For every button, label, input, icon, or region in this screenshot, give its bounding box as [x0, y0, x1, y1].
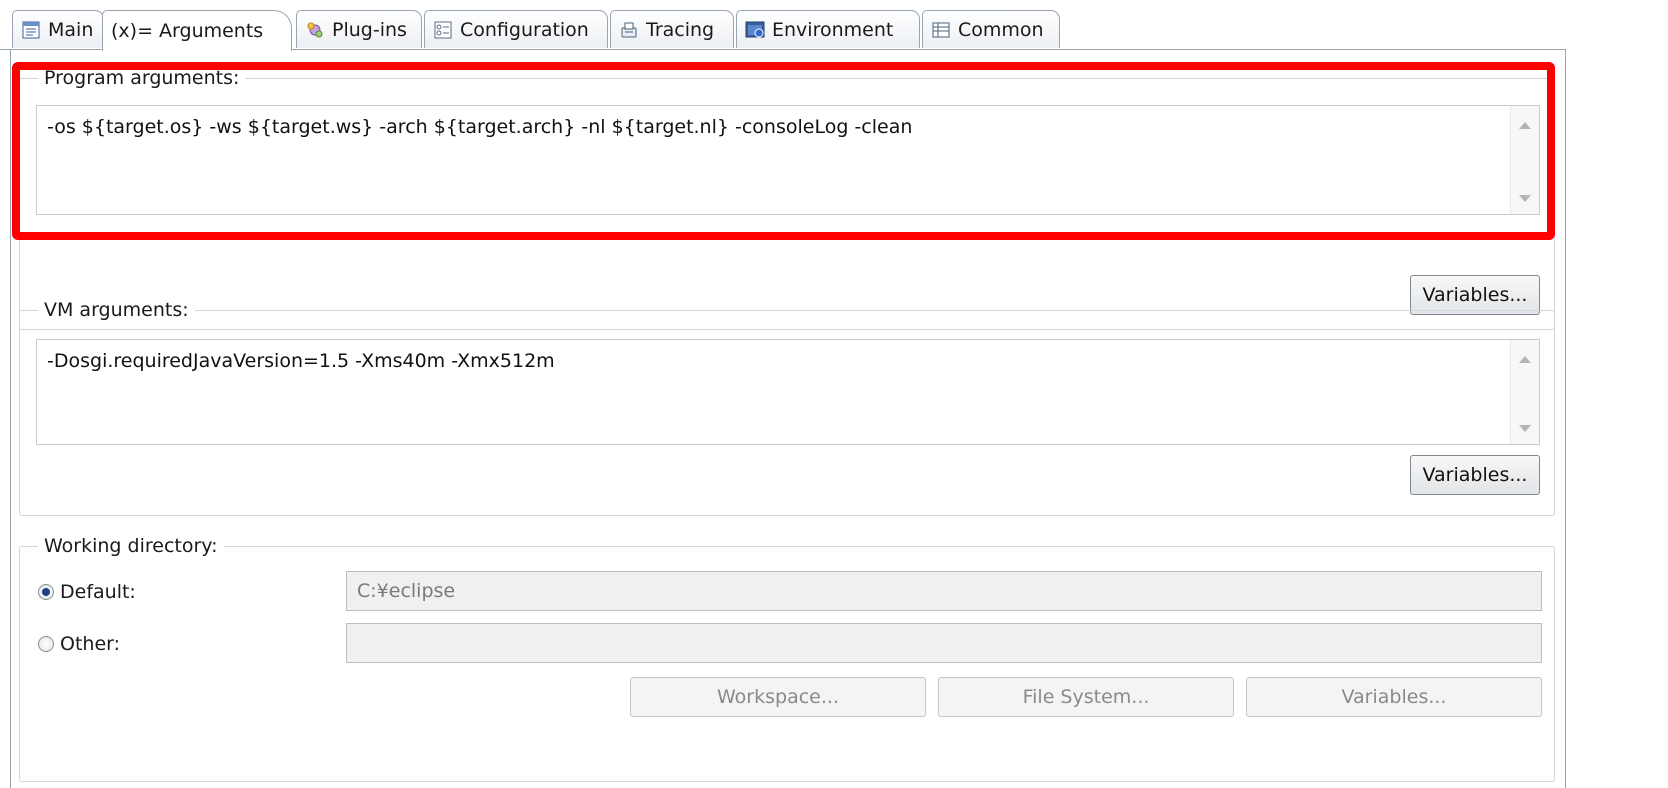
other-radio-option[interactable]: Other: — [38, 633, 120, 655]
tracing-icon — [619, 20, 639, 40]
file-system-button[interactable]: File System... — [938, 677, 1234, 717]
default-label: Default: — [60, 581, 136, 603]
default-directory-field: C:¥eclipse — [346, 571, 1542, 611]
tab-plugins[interactable]: Plug-ins — [296, 10, 422, 48]
vm-arguments-input[interactable]: -Dosgi.requiredJavaVersion=1.5 -Xms40m -… — [36, 339, 1540, 445]
tab-environment[interactable]: Environment — [736, 10, 920, 48]
vm-arguments-text: -Dosgi.requiredJavaVersion=1.5 -Xms40m -… — [47, 350, 555, 372]
scroll-down-icon[interactable] — [1519, 425, 1531, 432]
vm-arguments-group: VM arguments: -Dosgi.requiredJavaVersion… — [19, 297, 1555, 516]
tab-label: Configuration — [460, 18, 589, 41]
tab-label: Tracing — [646, 18, 715, 41]
working-directory-label: Working directory: — [38, 533, 224, 559]
default-directory-value: C:¥eclipse — [357, 580, 456, 602]
program-arguments-text: -os ${target.os} -ws ${target.ws} -arch … — [47, 116, 913, 138]
tab-arguments[interactable]: (x)= Arguments — [102, 10, 292, 51]
working-directory-group: Working directory: Default: C:¥eclipse O… — [19, 533, 1555, 782]
tab-main[interactable]: Main — [12, 10, 104, 48]
tab-configuration[interactable]: Configuration — [424, 10, 608, 48]
other-label: Other: — [60, 633, 121, 655]
tab-label: (x)= Arguments — [111, 20, 264, 42]
default-radio[interactable] — [38, 584, 54, 600]
tab-label: Common — [958, 18, 1044, 41]
program-arguments-label: Program arguments: — [38, 65, 246, 91]
tab-tracing[interactable]: Tracing — [610, 10, 734, 48]
vm-arguments-label: VM arguments: — [38, 297, 195, 323]
program-arguments-input[interactable]: -os ${target.os} -ws ${target.ws} -arch … — [36, 105, 1540, 215]
configuration-icon — [433, 20, 453, 40]
arguments-panel: Program arguments: -os ${target.os} -ws … — [10, 50, 1566, 788]
program-arguments-scrollbar[interactable] — [1510, 106, 1539, 214]
program-arguments-group: Program arguments: -os ${target.os} -ws … — [19, 65, 1555, 330]
document-icon — [21, 20, 41, 40]
program-arguments-variables-button[interactable]: Variables... — [1410, 275, 1540, 315]
tab-label: Plug-ins — [332, 18, 407, 41]
vm-arguments-variables-button[interactable]: Variables... — [1410, 455, 1540, 495]
other-directory-field — [346, 623, 1542, 663]
tab-label: Environment — [772, 18, 894, 41]
tab-label: Main — [48, 18, 94, 41]
scroll-up-icon[interactable] — [1519, 356, 1531, 363]
workspace-button[interactable]: Workspace... — [630, 677, 926, 717]
tab-common[interactable]: Common — [922, 10, 1060, 48]
vm-arguments-scrollbar[interactable] — [1510, 340, 1539, 444]
scroll-down-icon[interactable] — [1519, 195, 1531, 202]
scroll-up-icon[interactable] — [1519, 122, 1531, 129]
default-radio-option[interactable]: Default: — [38, 581, 136, 603]
working-directory-variables-button[interactable]: Variables... — [1246, 677, 1542, 717]
plugin-icon — [305, 20, 325, 40]
other-radio[interactable] — [38, 636, 54, 652]
environment-icon — [745, 20, 765, 40]
common-icon — [931, 20, 951, 40]
